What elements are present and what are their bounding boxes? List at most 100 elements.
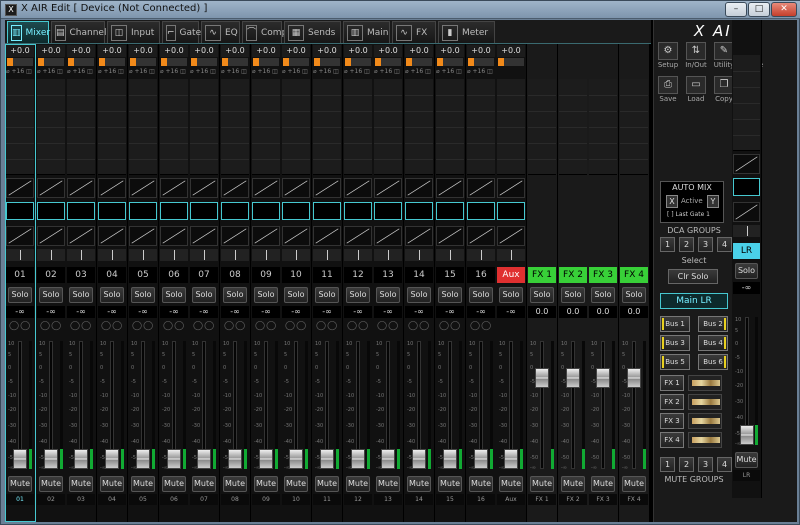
- mute-button[interactable]: Mute: [100, 476, 124, 492]
- pan-control[interactable]: [467, 249, 495, 261]
- gate-meter-box[interactable]: [221, 202, 249, 220]
- gain-value[interactable]: +0.0: [221, 45, 249, 57]
- channel-name[interactable]: 12: [344, 267, 372, 283]
- gain-bar[interactable]: [498, 58, 524, 66]
- eq-thumbnail[interactable]: [374, 178, 402, 198]
- dca-group-2[interactable]: 2: [679, 237, 694, 252]
- dynamics-thumbnail[interactable]: [405, 226, 433, 246]
- gain-value[interactable]: +0.0: [129, 45, 157, 57]
- solo-button[interactable]: Solo: [561, 287, 585, 303]
- eq-thumbnail[interactable]: [436, 178, 464, 198]
- gain-value[interactable]: +0.0: [37, 45, 65, 57]
- mute-button[interactable]: Mute: [69, 476, 93, 492]
- fader-value[interactable]: -∞: [313, 306, 341, 318]
- fader-cap[interactable]: [44, 449, 58, 469]
- fx-return-4-button[interactable]: FX 4: [660, 432, 684, 448]
- solo-button[interactable]: Solo: [407, 287, 431, 303]
- fader-value[interactable]: -∞: [282, 306, 310, 318]
- gain-value[interactable]: +0.0: [160, 45, 188, 57]
- channel-name[interactable]: 03: [67, 267, 95, 283]
- clear-solo-button[interactable]: Clr Solo: [668, 269, 718, 284]
- gain-bar[interactable]: [437, 58, 463, 66]
- fader-cap[interactable]: [412, 449, 426, 469]
- eq-thumbnail[interactable]: [282, 178, 310, 198]
- fader-track[interactable]: [540, 341, 544, 469]
- mute-button[interactable]: Mute: [530, 476, 554, 492]
- fader-value[interactable]: 0.0: [620, 306, 648, 318]
- input-flags[interactable]: ⌀ +16 ◫ ⊘: [98, 68, 126, 77]
- input-flags[interactable]: ⌀ +16 ◫ ⊘: [190, 68, 218, 77]
- gain-value[interactable]: +0.0: [6, 45, 34, 57]
- gate-meter-box[interactable]: [467, 202, 495, 220]
- send-knobs[interactable]: ◯◯: [285, 321, 307, 331]
- dca-group-4[interactable]: 4: [717, 237, 732, 252]
- mute-button[interactable]: Mute: [346, 476, 370, 492]
- solo-button[interactable]: Solo: [284, 287, 308, 303]
- automix-x-button[interactable]: X: [666, 195, 678, 208]
- dynamics-thumbnail[interactable]: [252, 226, 280, 246]
- mute-button[interactable]: Mute: [315, 476, 339, 492]
- main-lr-button[interactable]: Main LR: [660, 293, 728, 309]
- send-knobs[interactable]: ◯◯: [470, 321, 492, 331]
- send-knobs[interactable]: ◯◯: [224, 321, 246, 331]
- solo-button[interactable]: Solo: [735, 263, 758, 279]
- fader-cap[interactable]: [443, 449, 457, 469]
- gate-meter-box[interactable]: [313, 202, 341, 220]
- send-knobs[interactable]: ◯◯: [255, 321, 277, 331]
- channel-name[interactable]: Aux: [497, 267, 525, 283]
- gain-bar[interactable]: [7, 58, 33, 66]
- fader-cap[interactable]: [351, 449, 365, 469]
- gain-value[interactable]: +0.0: [405, 45, 433, 57]
- util-setup[interactable]: ⚙ Setup: [656, 42, 680, 69]
- dynamics-thumbnail[interactable]: [497, 226, 525, 246]
- input-flags[interactable]: ⌀ +16 ◫ ⊘: [129, 68, 157, 77]
- eq-thumbnail[interactable]: [733, 154, 760, 174]
- channel-name[interactable]: 11: [313, 267, 341, 283]
- fader-cap[interactable]: [74, 449, 88, 469]
- pan-control[interactable]: [252, 249, 280, 261]
- dynamics-thumbnail[interactable]: [6, 226, 34, 246]
- solo-button[interactable]: Solo: [192, 287, 216, 303]
- eq-thumbnail[interactable]: [497, 178, 525, 198]
- gate-meter-box[interactable]: [37, 202, 65, 220]
- solo-button[interactable]: Solo: [223, 287, 247, 303]
- channel-name[interactable]: FX 2: [559, 267, 587, 283]
- tab-channel[interactable]: ▤ Channel: [51, 21, 106, 43]
- gain-bar[interactable]: [406, 58, 432, 66]
- mute-button[interactable]: Mute: [254, 476, 278, 492]
- gain-value[interactable]: +0.0: [497, 45, 525, 57]
- close-button[interactable]: ✕: [771, 2, 797, 17]
- pan-control[interactable]: [37, 249, 65, 261]
- eq-thumbnail[interactable]: [405, 178, 433, 198]
- tab-meter[interactable]: ▮ Meter: [438, 21, 495, 43]
- fader-value[interactable]: -∞: [344, 306, 372, 318]
- fader-cap[interactable]: [167, 449, 181, 469]
- channel-name[interactable]: 09: [252, 267, 280, 283]
- fx-return-2-button[interactable]: FX 2: [660, 394, 684, 410]
- fader-cap[interactable]: [259, 449, 273, 469]
- mute-group-1[interactable]: 1: [660, 457, 675, 472]
- channel-name[interactable]: 15: [436, 267, 464, 283]
- channel-name[interactable]: 07: [190, 267, 218, 283]
- mute-button[interactable]: Mute: [622, 476, 646, 492]
- fader-value[interactable]: -∞: [467, 306, 495, 318]
- send-knobs[interactable]: ◯◯: [101, 321, 123, 331]
- dynamics-thumbnail[interactable]: [313, 226, 341, 246]
- channel-name[interactable]: 14: [405, 267, 433, 283]
- dynamics-thumbnail[interactable]: [282, 226, 310, 246]
- input-flags[interactable]: ⌀ +16 ◫ ⊘: [37, 68, 65, 77]
- solo-button[interactable]: Solo: [162, 287, 186, 303]
- dynamics-thumbnail[interactable]: [344, 226, 372, 246]
- eq-thumbnail[interactable]: [252, 178, 280, 198]
- fader-cap[interactable]: [13, 449, 27, 469]
- eq-thumbnail[interactable]: [160, 178, 188, 198]
- solo-button[interactable]: Solo: [39, 287, 63, 303]
- gain-bar[interactable]: [283, 58, 309, 66]
- gate-meter-box[interactable]: [67, 202, 95, 220]
- fader-value[interactable]: -∞: [67, 306, 95, 318]
- solo-button[interactable]: Solo: [100, 287, 124, 303]
- gain-value[interactable]: +0.0: [67, 45, 95, 57]
- input-flags[interactable]: ⌀ +16 ◫ ⊘: [6, 68, 34, 77]
- solo-button[interactable]: Solo: [254, 287, 278, 303]
- fader-track[interactable]: [601, 341, 605, 469]
